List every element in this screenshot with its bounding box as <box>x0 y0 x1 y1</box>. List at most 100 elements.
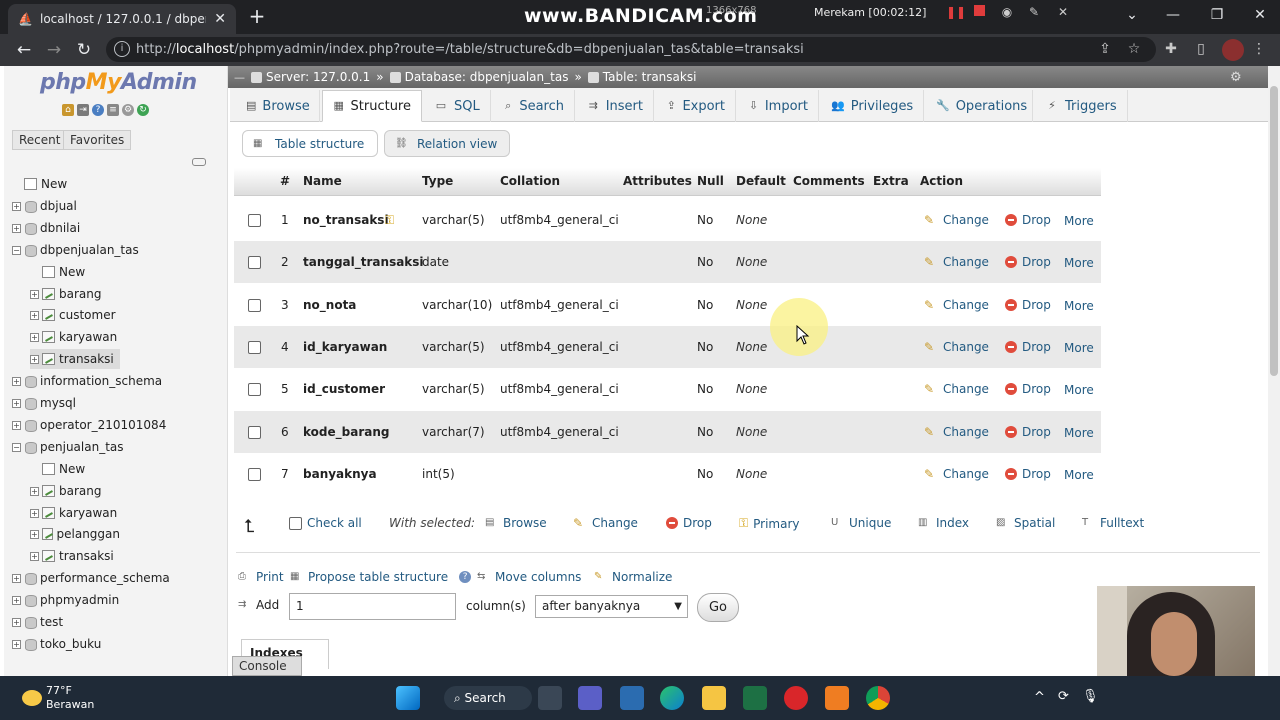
header-default[interactable]: Default <box>736 174 786 188</box>
tree-item-operator-210101084[interactable]: + operator_210101084 <box>12 415 222 435</box>
tab-import[interactable]: ⇩ Import <box>738 90 819 122</box>
expand-icon[interactable]: + <box>12 376 21 386</box>
expand-icon[interactable]: + <box>30 508 39 518</box>
row-checkbox[interactable] <box>248 383 261 396</box>
change-button[interactable]: ✎ Change <box>924 213 989 227</box>
tab-triggers[interactable]: ⚡ Triggers <box>1035 90 1128 122</box>
taskbar-search[interactable]: ⌕ Search <box>444 686 532 710</box>
pause-icon[interactable]: ❚❚ <box>946 5 966 19</box>
more-dropdown[interactable]: More <box>1064 426 1094 440</box>
browser-tab[interactable]: ⛵ localhost / 127.0.0.1 / dbpenjual ✕ <box>8 4 236 34</box>
tray-sync-icon[interactable]: ⟳ <box>1058 689 1069 704</box>
chrome-icon[interactable] <box>866 686 890 710</box>
bulk-unique-button[interactable]: U Unique <box>831 516 891 530</box>
new-tab-icon[interactable]: + <box>246 6 268 28</box>
link-with-main-icon[interactable] <box>192 158 206 166</box>
site-info-icon[interactable]: i <box>114 41 130 57</box>
expand-icon[interactable]: + <box>12 420 21 430</box>
tree-item-barang[interactable]: + barang <box>30 481 120 501</box>
console-toggle[interactable]: Console <box>232 656 302 676</box>
table-structure-subtab[interactable]: ▦ Table structure <box>242 130 378 157</box>
column-name[interactable]: banyaknya <box>303 467 377 481</box>
tab-privileges[interactable]: 👥 Privileges <box>821 90 924 122</box>
tree-item-New[interactable]: New <box>12 174 222 194</box>
row-checkbox[interactable] <box>248 299 261 312</box>
row-checkbox[interactable] <box>248 468 261 481</box>
add-column-count-input[interactable]: 1 <box>289 593 456 620</box>
change-button[interactable]: ✎ Change <box>924 255 989 269</box>
bulk-primary-button[interactable]: ⚿ Primary <box>739 516 800 531</box>
go-button[interactable]: Go <box>697 593 739 622</box>
drop-button[interactable]: Drop <box>1005 298 1051 312</box>
column-name[interactable]: tanggal_transaksi <box>303 255 424 269</box>
relation-view-subtab[interactable]: ⛓ Relation view <box>384 130 510 157</box>
change-button[interactable]: ✎ Change <box>924 340 989 354</box>
favorites-tab[interactable]: Favorites <box>63 130 132 150</box>
row-checkbox[interactable] <box>248 214 261 227</box>
expand-icon[interactable]: + <box>30 354 39 364</box>
pen-icon[interactable]: ✎ <box>1027 5 1041 19</box>
reload-icon[interactable]: ↻ <box>72 38 96 62</box>
edge-icon[interactable] <box>660 686 684 710</box>
page-settings-gear-icon[interactable]: ⚙ <box>1230 70 1242 85</box>
settings-gear-icon[interactable]: ⚙ <box>122 104 134 116</box>
chevron-down-icon[interactable]: ⌄ <box>1117 4 1147 26</box>
more-dropdown[interactable]: More <box>1064 214 1094 228</box>
drop-button[interactable]: Drop <box>1005 382 1051 396</box>
teams-icon[interactable] <box>578 686 602 710</box>
recent-tab[interactable]: Recent <box>12 130 68 150</box>
move-columns-link[interactable]: ⇆ Move columns <box>477 570 581 584</box>
tab-structure[interactable]: ▦ Structure <box>322 90 422 122</box>
column-name[interactable]: no_nota <box>303 298 356 312</box>
stop-icon[interactable] <box>972 5 986 19</box>
header-action[interactable]: Action <box>920 174 963 188</box>
tab-sql[interactable]: ▭ SQL <box>424 90 491 122</box>
header-attributes[interactable]: Attributes <box>623 174 692 188</box>
drop-button[interactable]: Drop <box>1005 255 1051 269</box>
check-all-label[interactable]: Check all <box>307 516 362 530</box>
tree-item-New[interactable]: +New <box>30 459 120 479</box>
tree-item-mysql[interactable]: + mysql <box>12 393 222 413</box>
store-icon[interactable] <box>620 686 644 710</box>
maximize-icon[interactable]: ❐ <box>1202 4 1232 26</box>
extensions-icon[interactable]: ✚ <box>1162 40 1180 58</box>
back-icon[interactable]: ← <box>12 38 36 62</box>
tree-item-toko-buku[interactable]: + toko_buku <box>12 634 222 654</box>
column-position-select[interactable]: after banyaknya ▼ <box>535 595 688 618</box>
header-collation[interactable]: Collation <box>500 174 560 188</box>
profile-avatar[interactable] <box>1222 39 1244 61</box>
tree-item-dbjual[interactable]: + dbjual <box>12 196 222 216</box>
change-button[interactable]: ✎ Change <box>924 298 989 312</box>
expand-icon[interactable]: + <box>30 310 39 320</box>
expand-icon[interactable]: + <box>30 486 39 496</box>
documentation-icon[interactable]: ≡ <box>107 104 119 116</box>
close-window-icon[interactable]: ✕ <box>1245 4 1275 26</box>
bulk-spatial-button[interactable]: ▨ Spatial <box>996 516 1055 530</box>
change-button[interactable]: ✎ Change <box>924 382 989 396</box>
tree-item-information-schema[interactable]: + information_schema <box>12 371 222 391</box>
bulk-change-button[interactable]: ✎ Change <box>573 516 638 530</box>
expand-icon[interactable]: + <box>30 529 39 539</box>
tree-item-penjualan-tas[interactable]: − penjualan_tas <box>12 437 222 457</box>
expand-icon[interactable]: + <box>30 551 39 561</box>
breadcrumb-database[interactable]: Database: dbpenjualan_tas <box>405 70 569 84</box>
tree-item-pelanggan[interactable]: + pelanggan <box>30 524 120 544</box>
tray-mic-icon[interactable]: 🎙 <box>1082 689 1099 704</box>
file-explorer-icon[interactable] <box>702 686 726 710</box>
tab-insert[interactable]: ⇉ Insert <box>577 90 654 122</box>
share-icon[interactable]: ⇪ <box>1096 40 1114 58</box>
logout-icon[interactable]: ⇥ <box>77 104 89 116</box>
header-extra[interactable]: Extra <box>873 174 909 188</box>
bulk-drop-button[interactable]: Drop <box>666 516 712 530</box>
collapse-icon[interactable]: — <box>234 71 245 84</box>
more-dropdown[interactable]: More <box>1064 341 1094 355</box>
propose-structure-link[interactable]: ▦ Propose table structure? <box>290 570 472 584</box>
close-recorder-icon[interactable]: ✕ <box>1056 5 1070 19</box>
drop-button[interactable]: Drop <box>1005 340 1051 354</box>
help-icon[interactable]: ? <box>92 104 104 116</box>
tree-item-transaksi[interactable]: + transaksi <box>30 349 120 369</box>
windows-start-icon[interactable] <box>396 686 420 710</box>
tab-export[interactable]: ⇪ Export <box>656 90 736 122</box>
drop-button[interactable]: Drop <box>1005 213 1051 227</box>
phpmyadmin-logo[interactable]: phpMyAdmin <box>40 70 197 95</box>
